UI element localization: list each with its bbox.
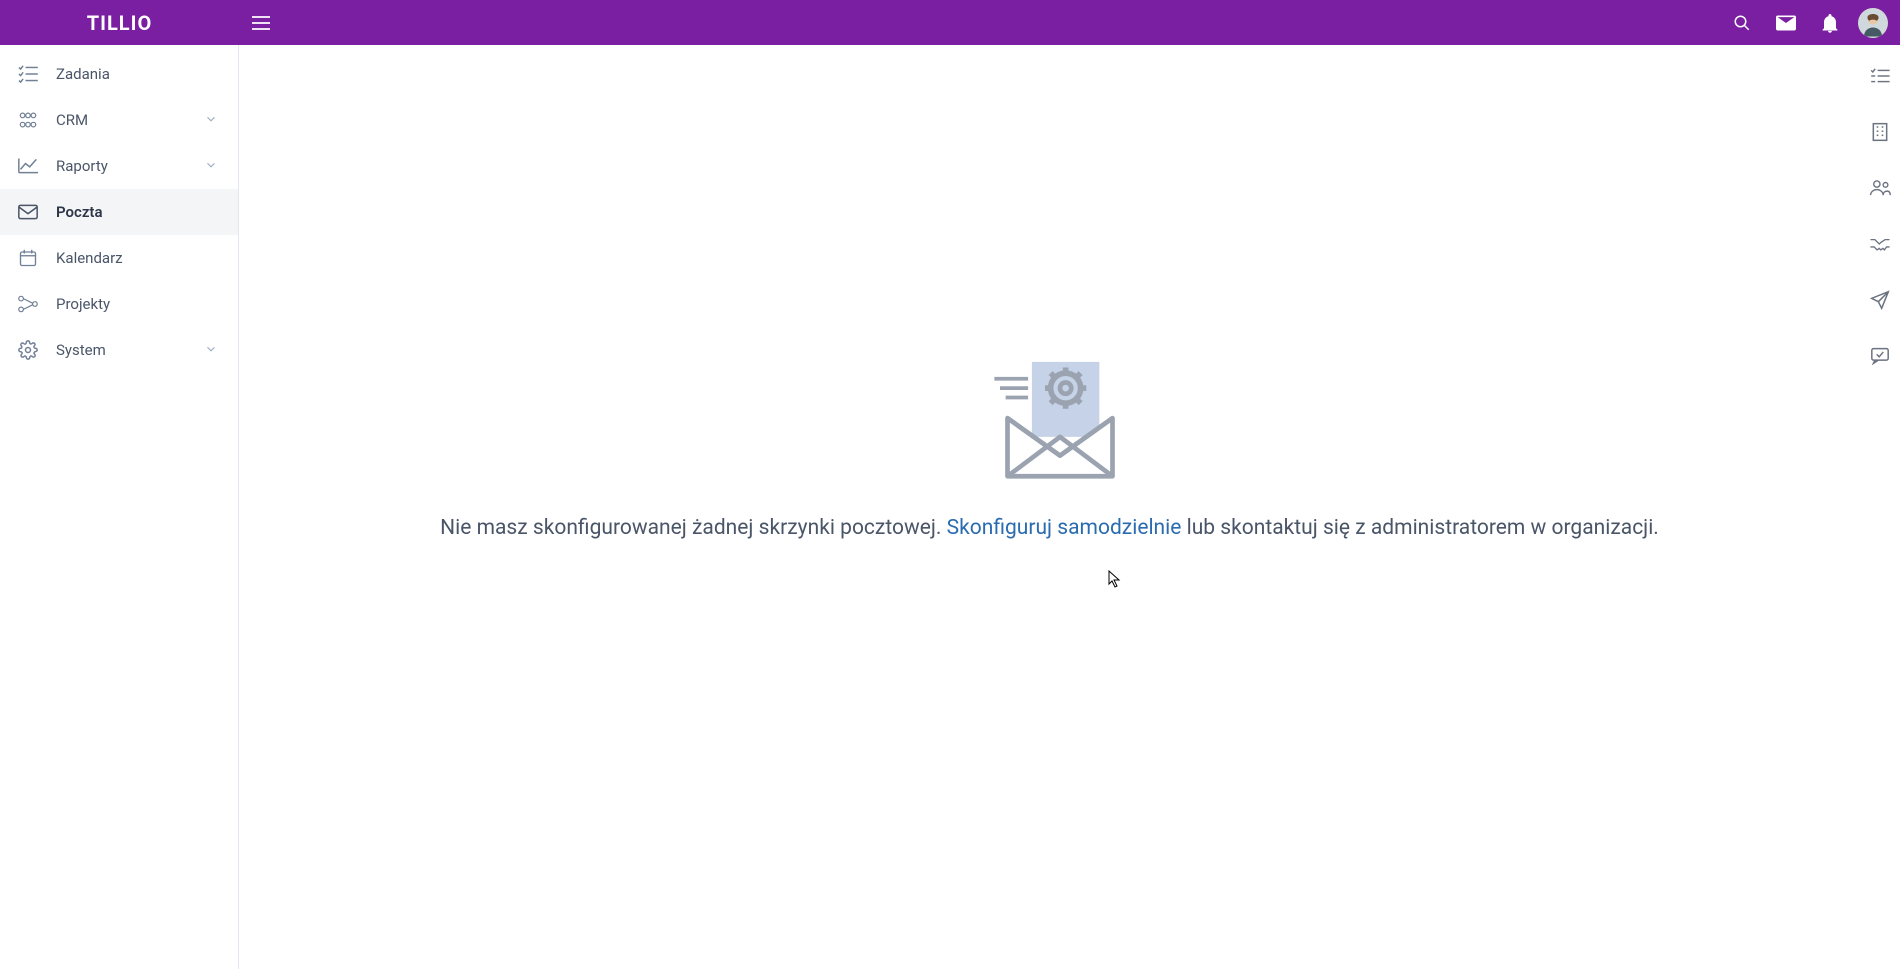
sidebar-item-label: Kalendarz xyxy=(56,249,220,267)
empty-state-suffix: lub skontaktuj się z administratorem w o… xyxy=(1181,516,1658,540)
sidebar-item-label: Poczta xyxy=(56,203,220,221)
rail-tasks-button[interactable] xyxy=(1867,63,1893,89)
checklist-icon xyxy=(18,64,38,84)
search-icon xyxy=(1733,14,1751,32)
chevron-down-icon xyxy=(204,112,220,128)
sidebar: Zadania CRM Raporty Poczta xyxy=(0,45,239,969)
gear-icon xyxy=(18,340,38,360)
chevron-down-icon xyxy=(204,342,220,358)
sidebar-item-label: Projekty xyxy=(56,295,220,313)
main-content: Nie masz skonfigurowanej żadnej skrzynki… xyxy=(239,45,1860,969)
sidebar-item-system[interactable]: System xyxy=(0,327,238,373)
right-rail xyxy=(1860,45,1900,969)
rail-chat-button[interactable] xyxy=(1867,343,1893,369)
sidebar-item-kalendarz[interactable]: Kalendarz xyxy=(0,235,238,281)
empty-mail-illustration xyxy=(985,345,1115,485)
chevron-down-icon xyxy=(204,158,220,174)
topbar: TILLIO xyxy=(0,0,1900,45)
sidebar-item-label: Raporty xyxy=(56,157,204,175)
app-logo[interactable]: TILLIO xyxy=(87,11,153,35)
people-icon xyxy=(18,110,38,130)
calendar-icon xyxy=(18,248,38,268)
sidebar-item-zadania[interactable]: Zadania xyxy=(0,51,238,97)
sidebar-item-label: Zadania xyxy=(56,65,220,83)
hamburger-icon xyxy=(252,16,270,30)
notifications-button[interactable] xyxy=(1808,1,1852,45)
sidebar-item-label: CRM xyxy=(56,111,204,129)
envelope-icon xyxy=(18,202,38,222)
handshake-icon xyxy=(1869,236,1891,252)
mail-button[interactable] xyxy=(1764,1,1808,45)
mail-icon xyxy=(1776,15,1796,31)
avatar-icon xyxy=(1858,8,1888,38)
rail-send-button[interactable] xyxy=(1867,287,1893,313)
configure-mailbox-link[interactable]: Skonfiguruj samodzielnie xyxy=(947,516,1182,540)
logo-wrap: TILLIO xyxy=(0,0,239,45)
people-group-icon xyxy=(1869,179,1891,197)
sidebar-item-projekty[interactable]: Projekty xyxy=(0,281,238,327)
search-button[interactable] xyxy=(1720,1,1764,45)
rail-handshake-button[interactable] xyxy=(1867,231,1893,257)
cursor-icon xyxy=(1108,570,1122,588)
chat-check-icon xyxy=(1870,347,1890,365)
checklist-icon xyxy=(1870,68,1890,84)
paper-plane-icon xyxy=(1870,290,1890,310)
nodes-icon xyxy=(18,294,38,314)
chart-line-icon xyxy=(18,156,38,176)
rail-building-button[interactable] xyxy=(1867,119,1893,145)
sidebar-item-crm[interactable]: CRM xyxy=(0,97,238,143)
empty-state-prefix: Nie masz skonfigurowanej żadnej skrzynki… xyxy=(440,516,947,540)
rail-people-button[interactable] xyxy=(1867,175,1893,201)
sidebar-item-label: System xyxy=(56,341,204,359)
empty-state-text: Nie masz skonfigurowanej żadnej skrzynki… xyxy=(440,513,1659,545)
sidebar-item-raporty[interactable]: Raporty xyxy=(0,143,238,189)
bell-icon xyxy=(1821,13,1839,33)
building-icon xyxy=(1871,122,1889,142)
sidebar-toggle-button[interactable] xyxy=(239,1,283,45)
empty-state: Nie masz skonfigurowanej żadnej skrzynki… xyxy=(440,345,1659,545)
user-avatar[interactable] xyxy=(1858,8,1888,38)
sidebar-item-poczta[interactable]: Poczta xyxy=(0,189,238,235)
